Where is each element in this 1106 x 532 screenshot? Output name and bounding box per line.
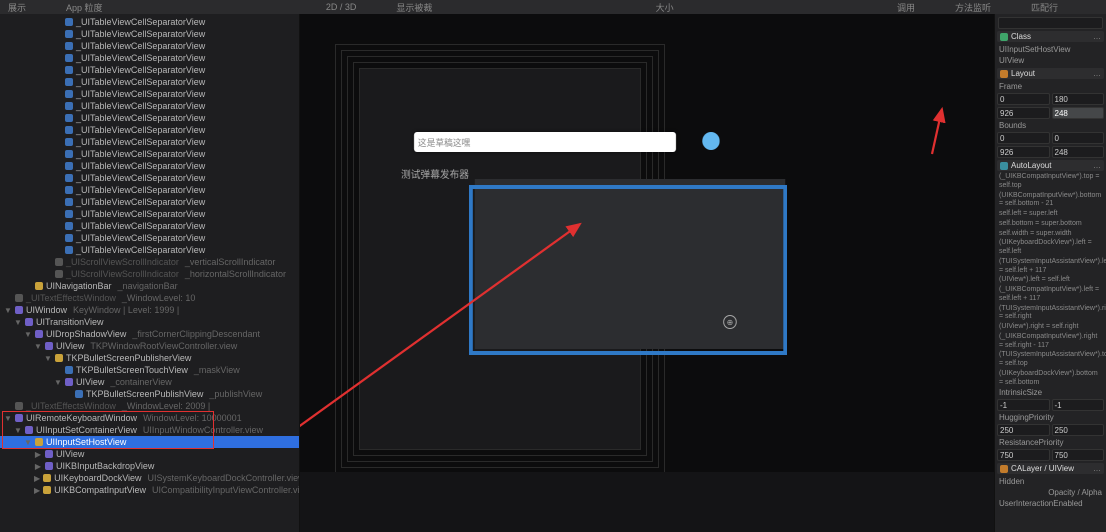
tree-row[interactable]: ▼UITransitionView bbox=[0, 316, 299, 328]
tree-row[interactable]: _UITableViewCellSeparatorView bbox=[0, 172, 299, 184]
tree-row[interactable]: _UITableViewCellSeparatorView bbox=[0, 208, 299, 220]
constraint-item[interactable]: self.width = super.width bbox=[997, 230, 1104, 239]
globe-icon: ⊕ bbox=[723, 315, 737, 329]
section-class[interactable]: Class… bbox=[997, 31, 1104, 42]
tree-row[interactable]: ▼UIRemoteKeyboardWindowWindowLevel: 1000… bbox=[0, 412, 299, 424]
tree-row[interactable]: _UIScrollViewScrollIndicator_verticalScr… bbox=[0, 256, 299, 268]
tree-row[interactable]: _UITableViewCellSeparatorView bbox=[0, 244, 299, 256]
constraint-item[interactable]: (UIKeyboardDockView*).bottom = self.bott… bbox=[997, 370, 1104, 388]
canvas-3d[interactable]: 这是草稿这嘿 测试弹幕发布器 ⊕ bbox=[300, 14, 994, 532]
tree-row[interactable]: ▼UIInputSetHostView bbox=[0, 436, 299, 448]
constraint-item[interactable]: (TUISystemInputAssistantView*).right = s… bbox=[997, 305, 1104, 323]
section-autolayout[interactable]: AutoLayout… bbox=[997, 160, 1104, 171]
constraint-item[interactable]: (TUISystemInputAssistantView*).top = sel… bbox=[997, 351, 1104, 369]
tree-row[interactable]: _UITextEffectsWindow_WindowLevel: 10 bbox=[0, 292, 299, 304]
send-button-preview bbox=[702, 132, 719, 150]
tree-row[interactable]: ▶UIView bbox=[0, 448, 299, 460]
tree-row[interactable]: _UITextEffectsWindow_WindowLevel: 2009 | bbox=[0, 400, 299, 412]
constraint-item[interactable]: (UIView*).right = self.right bbox=[997, 323, 1104, 332]
constraint-item[interactable]: (UIKeyboardDockView*).left = self.left bbox=[997, 239, 1104, 257]
tree-row[interactable]: ▶UIKeyboardDockViewUISystemKeyboardDockC… bbox=[0, 472, 299, 484]
section-layout[interactable]: Layout… bbox=[997, 68, 1104, 79]
tree-row[interactable]: _UITableViewCellSeparatorView bbox=[0, 124, 299, 136]
tree-row[interactable]: _UITableViewCellSeparatorView bbox=[0, 136, 299, 148]
tree-row[interactable]: _UITableViewCellSeparatorView bbox=[0, 196, 299, 208]
tree-row[interactable]: UINavigationBar_navigationBar bbox=[0, 280, 299, 292]
tree-row[interactable]: TKPBulletScreenTouchView_maskView bbox=[0, 364, 299, 376]
tree-row[interactable]: _UITableViewCellSeparatorView bbox=[0, 64, 299, 76]
tree-row[interactable]: _UITableViewCellSeparatorView bbox=[0, 160, 299, 172]
constraint-item[interactable]: self.left = super.left bbox=[997, 210, 1104, 219]
input-placeholder: 这是草稿这嘿 bbox=[418, 136, 470, 149]
frame-x[interactable]: 0 bbox=[997, 93, 1050, 105]
tree-row[interactable]: ▼UIInputSetContainerViewUIInputWindowCon… bbox=[0, 424, 299, 436]
inspector-panel[interactable]: Class… UIInputSetHostView UIView Layout…… bbox=[994, 14, 1106, 532]
inspector-search[interactable] bbox=[998, 17, 1103, 29]
keyboard-host-highlight: ⊕ bbox=[475, 179, 785, 349]
tree-row[interactable]: _UITableViewCellSeparatorView bbox=[0, 232, 299, 244]
tree-row[interactable]: ▼UIDropShadowView_firstCornerClippingDes… bbox=[0, 328, 299, 340]
tree-row[interactable]: _UITableViewCellSeparatorView bbox=[0, 52, 299, 64]
tree-row[interactable]: ▼UIView_containerView bbox=[0, 376, 299, 388]
tree-row[interactable]: _UITableViewCellSeparatorView bbox=[0, 40, 299, 52]
tree-row[interactable]: _UITableViewCellSeparatorView bbox=[0, 16, 299, 28]
text-input-preview: 这是草稿这嘿 bbox=[414, 132, 676, 152]
constraint-item[interactable]: self.bottom = super.bottom bbox=[997, 220, 1104, 229]
tree-row[interactable]: TKPBulletScreenPublishView_publishView bbox=[0, 388, 299, 400]
tree-row[interactable]: _UITableViewCellSeparatorView bbox=[0, 76, 299, 88]
constraint-item[interactable]: (_UIKBCompatInputView*).right = self.rig… bbox=[997, 333, 1104, 351]
tree-row[interactable]: _UITableViewCellSeparatorView bbox=[0, 148, 299, 160]
hierarchy-panel[interactable]: _UITableViewCellSeparatorView_UITableVie… bbox=[0, 14, 300, 532]
tree-row[interactable]: _UITableViewCellSeparatorView bbox=[0, 88, 299, 100]
tree-row[interactable]: ▼UIWindowKeyWindow | Level: 1999 | bbox=[0, 304, 299, 316]
tree-row[interactable]: _UITableViewCellSeparatorView bbox=[0, 28, 299, 40]
constraints-list: (_UIKBCompatInputView*).top = self.top(U… bbox=[997, 173, 1104, 387]
tree-row[interactable]: ▼UIViewTKPWindowRootViewController.view bbox=[0, 340, 299, 352]
frame-y[interactable]: 180 bbox=[1052, 93, 1105, 105]
tree-row[interactable]: ▶UIKBCompatInputViewUICompatibilityInput… bbox=[0, 484, 299, 496]
top-toolbar: 展示 App 粒度 2D / 3D 显示被裁 大小 调用 方法监听 匹配行 bbox=[0, 0, 1106, 14]
constraint-item[interactable]: (UIView*).left = self.left bbox=[997, 276, 1104, 285]
tree-row[interactable]: _UITableViewCellSeparatorView bbox=[0, 220, 299, 232]
tree-row[interactable]: ▼TKPBulletScreenPublisherView bbox=[0, 352, 299, 364]
tree-row[interactable]: _UITableViewCellSeparatorView bbox=[0, 184, 299, 196]
tree-row[interactable]: _UITableViewCellSeparatorView bbox=[0, 100, 299, 112]
section-calayer[interactable]: CALayer / UIView… bbox=[997, 463, 1104, 474]
constraint-item[interactable]: (TUISystemInputAssistantView*).left = se… bbox=[997, 258, 1104, 276]
publisher-label: 测试弹幕发布器 bbox=[401, 166, 469, 181]
tree-row[interactable]: _UIScrollViewScrollIndicator_horizontalS… bbox=[0, 268, 299, 280]
annotation-arrow-2 bbox=[882, 14, 994, 174]
frame-h[interactable]: 248 bbox=[1052, 107, 1105, 119]
frame-w[interactable]: 926 bbox=[997, 107, 1050, 119]
constraint-item[interactable]: (_UIKBCompatInputView*).top = self.top bbox=[997, 173, 1104, 191]
tree-row[interactable]: ▶UIKBInputBackdropView bbox=[0, 460, 299, 472]
constraint-item[interactable]: (_UIKBCompatInputView*).left = self.left… bbox=[997, 286, 1104, 304]
tree-row[interactable]: _UITableViewCellSeparatorView bbox=[0, 112, 299, 124]
constraint-item[interactable]: (UIKBCompatInputView*).bottom = self.bot… bbox=[997, 192, 1104, 210]
class-sub: UIView bbox=[997, 55, 1104, 66]
class-name: UIInputSetHostView bbox=[997, 44, 1104, 55]
bottom-strip bbox=[300, 472, 994, 532]
